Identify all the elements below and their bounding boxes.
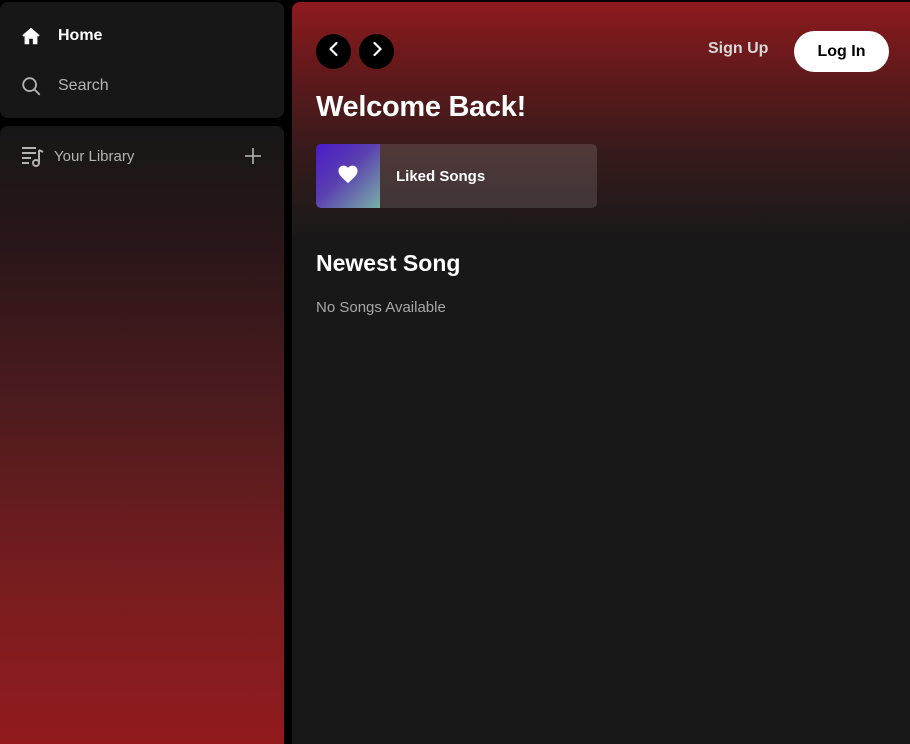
sidebar-nav: Home Search <box>0 2 284 118</box>
section-title-newest: Newest Song <box>316 250 461 276</box>
liked-songs-card[interactable]: Liked Songs <box>316 144 597 208</box>
chevron-left-icon <box>326 41 342 62</box>
sidebar-item-label: Search <box>58 77 109 94</box>
login-button[interactable]: Log In <box>794 31 889 72</box>
library-label[interactable]: Your Library <box>54 148 134 165</box>
home-icon <box>20 25 42 47</box>
signup-button[interactable]: Sign Up <box>708 40 768 58</box>
sidebar-item-home[interactable]: Home <box>20 23 102 49</box>
sidebar-library: Your Library <box>0 126 284 744</box>
sidebar-item-search[interactable]: Search <box>20 73 109 99</box>
liked-songs-label: Liked Songs <box>396 167 486 185</box>
empty-state-message: No Songs Available <box>316 299 446 316</box>
library-icon[interactable] <box>20 144 44 168</box>
liked-songs-artwork <box>316 144 380 208</box>
back-button[interactable] <box>316 34 351 69</box>
heart-icon <box>337 164 359 189</box>
library-header: Your Library <box>20 143 265 169</box>
forward-button[interactable] <box>359 34 394 69</box>
page-title: Welcome Back! <box>316 91 526 123</box>
plus-icon[interactable] <box>241 144 265 168</box>
main-content: Sign Up Log In Welcome Back! Liked Songs… <box>292 2 910 744</box>
search-icon <box>20 75 42 97</box>
sidebar-item-label: Home <box>58 27 103 44</box>
app-window: Home Search Your Library Sign Up Log In … <box>0 0 910 744</box>
chevron-right-icon <box>369 41 385 62</box>
